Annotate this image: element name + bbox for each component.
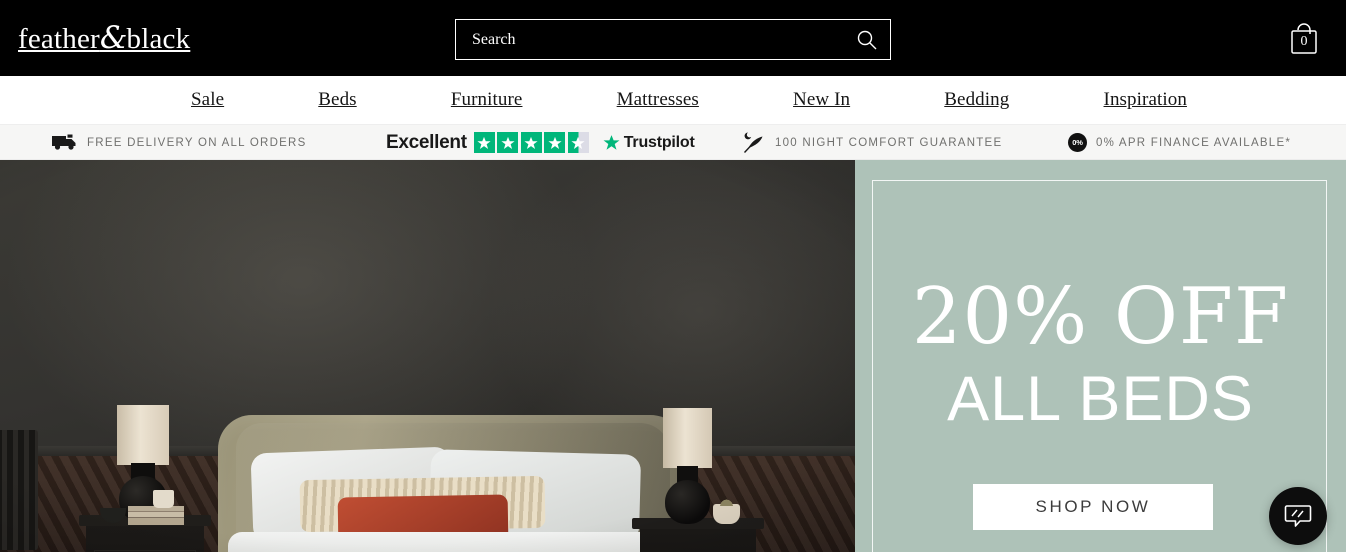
- cart-count: 0: [1300, 34, 1308, 49]
- logo-text-secondary: black: [126, 23, 191, 55]
- nav-item-furniture[interactable]: Furniture: [451, 89, 523, 111]
- hero-plant-pot: [713, 495, 740, 524]
- hero-banner: 20% OFF ALL BEDS SHOP NOW: [0, 160, 1346, 552]
- usp-comfort-guarantee: 100 NIGHT COMFORT GUARANTEE: [742, 125, 1002, 160]
- promo-headline: 20% OFF: [911, 272, 1290, 362]
- trustpilot-widget[interactable]: Excellent Trustpilot: [386, 125, 695, 160]
- trustpilot-brand-label: Trustpilot: [623, 133, 695, 151]
- usp-comfort-guarantee-label: 100 NIGHT COMFORT GUARANTEE: [775, 136, 1003, 149]
- usp-free-delivery-label: FREE DELIVERY ON ALL ORDERS: [87, 136, 307, 149]
- usp-bar: FREE DELIVERY ON ALL ORDERS Excellent Tr…: [0, 125, 1346, 160]
- feather-moon-icon: [743, 131, 763, 153]
- usp-free-delivery: FREE DELIVERY ON ALL ORDERS: [52, 125, 307, 160]
- chat-widget-button[interactable]: [1269, 487, 1327, 545]
- logo-text-primary: feather: [18, 23, 100, 55]
- hero-mug: [153, 490, 174, 508]
- trustpilot-star-icon: [603, 135, 620, 150]
- trustpilot-star-4: [544, 132, 566, 153]
- shop-now-button[interactable]: SHOP NOW: [973, 484, 1213, 530]
- promo-subheadline: ALL BEDS: [947, 364, 1254, 434]
- cart-button[interactable]: 0: [1284, 18, 1324, 60]
- nav-item-bedding[interactable]: Bedding: [944, 89, 1009, 111]
- search-input[interactable]: [456, 20, 844, 59]
- hero-radiator: [0, 430, 38, 550]
- trustpilot-rating-label: Excellent: [386, 131, 467, 153]
- delivery-truck-icon: [52, 134, 76, 150]
- search-submit-button[interactable]: [844, 20, 890, 59]
- nav-item-sale[interactable]: Sale: [191, 89, 224, 111]
- site-logo[interactable]: feather&black: [18, 19, 190, 58]
- trustpilot-stars: [473, 132, 589, 153]
- site-header: feather&black 0: [0, 0, 1346, 76]
- hero-lamp-right-base: [665, 480, 710, 524]
- trustpilot-star-1: [473, 132, 495, 153]
- nav-item-new-in[interactable]: New In: [793, 89, 850, 111]
- hero-lamp-right-shade: [663, 408, 712, 468]
- main-navigation: Sale Beds Furniture Mattresses New In Be…: [0, 76, 1346, 125]
- nav-item-mattresses[interactable]: Mattresses: [617, 89, 699, 111]
- chat-bubble-icon: [1284, 505, 1312, 527]
- hero-nightstand-left: [79, 515, 211, 552]
- trustpilot-logo: Trustpilot: [603, 134, 695, 152]
- search-icon: [857, 30, 877, 49]
- promo-panel: 20% OFF ALL BEDS SHOP NOW: [855, 160, 1346, 552]
- search-bar: [455, 19, 891, 60]
- logo-ampersand: &: [99, 20, 128, 56]
- nav-items: Sale Beds Furniture Mattresses New In Be…: [143, 89, 1203, 111]
- apr-badge: 0%: [1068, 133, 1087, 152]
- trustpilot-star-3: [520, 132, 542, 153]
- hero-bed-sheet: [228, 532, 688, 552]
- hero-lamp-left-shade: [117, 405, 169, 465]
- page-root: feather&black 0 Sale Beds Furniture Matt: [0, 0, 1346, 552]
- hero-nightstand-right: [632, 518, 764, 552]
- hero-bedroom-image[interactable]: [0, 160, 855, 552]
- trustpilot-star-5-half: [567, 132, 589, 153]
- nav-item-beds[interactable]: Beds: [318, 89, 356, 111]
- trustpilot-star-2: [497, 132, 519, 153]
- usp-finance: 0% 0% APR FINANCE AVAILABLE*: [1068, 125, 1291, 160]
- nav-item-inspiration[interactable]: Inspiration: [1104, 89, 1187, 111]
- usp-finance-label: 0% APR FINANCE AVAILABLE*: [1096, 136, 1292, 149]
- hero-books: [128, 506, 184, 525]
